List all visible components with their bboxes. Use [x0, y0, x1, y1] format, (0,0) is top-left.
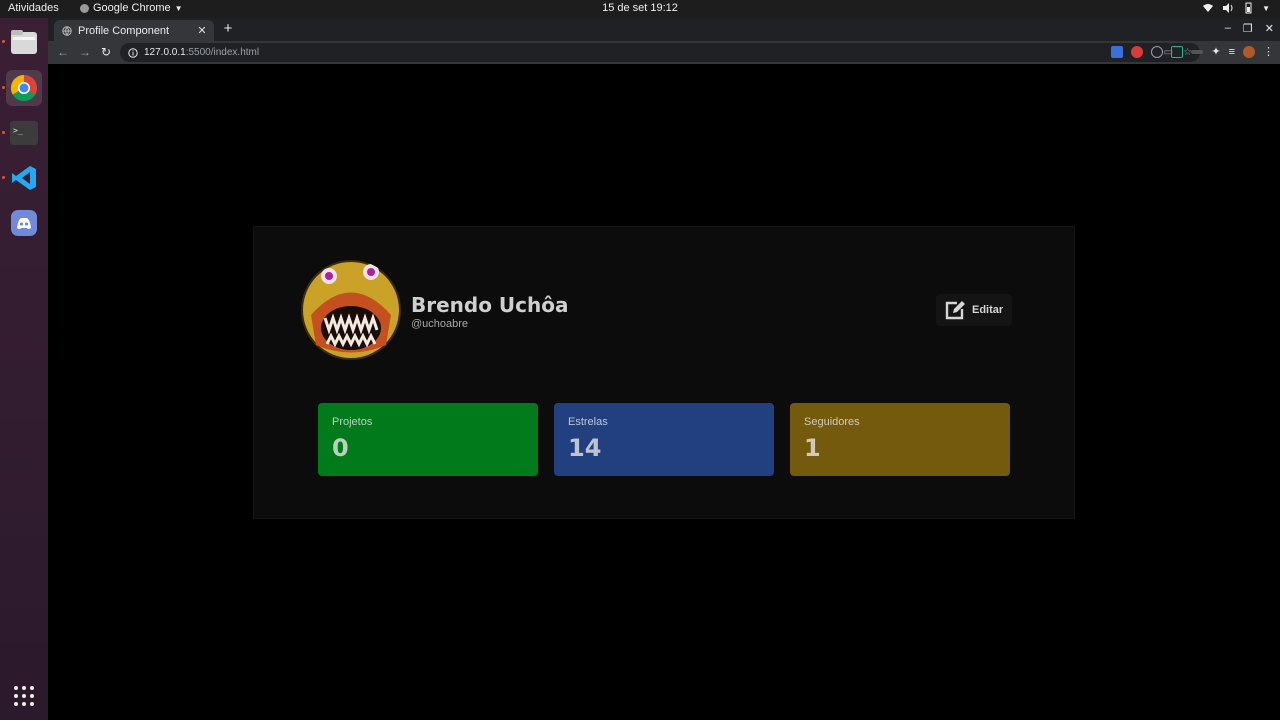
close-tab-icon[interactable]: ✕	[194, 24, 210, 37]
stat-card-projetos: Projetos 0	[318, 403, 538, 476]
system-tray[interactable]: ▼	[1202, 2, 1270, 14]
running-indicator	[2, 131, 5, 134]
info-icon[interactable]	[128, 47, 138, 58]
reload-icon[interactable]: ↻	[99, 45, 113, 59]
activities-button[interactable]: Atividades	[8, 2, 59, 14]
stat-label: Seguidores	[804, 416, 860, 428]
stat-value: 14	[568, 434, 602, 462]
running-indicator	[2, 176, 5, 179]
forward-icon[interactable]: →	[78, 45, 92, 59]
app-grid-icon[interactable]	[6, 678, 42, 714]
profile-avatar-icon[interactable]	[1243, 45, 1255, 58]
more-menu-icon[interactable]: ⋮	[1263, 45, 1274, 58]
discord-icon[interactable]	[6, 205, 42, 241]
running-indicator	[2, 86, 5, 89]
stat-label: Estrelas	[568, 416, 608, 428]
dock: >_	[0, 18, 48, 720]
restore-icon[interactable]: ❐	[1243, 22, 1253, 35]
caret-down-icon: ▼	[1262, 3, 1270, 13]
translate-extension-icon[interactable]	[1111, 45, 1124, 58]
edit-button[interactable]: Editar	[936, 294, 1012, 326]
puzzle-extensions-icon[interactable]: ✦	[1211, 45, 1220, 58]
red-extension-icon[interactable]	[1131, 45, 1144, 58]
minimize-icon[interactable]: –	[1225, 22, 1231, 35]
terminal-icon[interactable]: >_	[6, 115, 42, 151]
profile-name: Brendo Uchôa	[411, 293, 569, 317]
volume-icon	[1223, 3, 1233, 13]
clock[interactable]: 15 de set 19:12	[602, 2, 678, 14]
edit-button-label: Editar	[972, 304, 1004, 316]
address-bar[interactable]: 127.0.0.1 :5500/index.html ▭ ☆	[120, 43, 1200, 62]
edit-icon	[945, 301, 965, 320]
tab-profile-component[interactable]: Profile Component ✕	[54, 20, 214, 41]
tab-strip: Profile Component ✕ + – ❐ ✕	[48, 18, 1280, 41]
globe-icon	[62, 25, 72, 36]
url-host: 127.0.0.1	[144, 47, 186, 58]
browser-toolbar: ← → ↻ 127.0.0.1 :5500/index.html ▭ ☆ ✦ ≡…	[48, 41, 1280, 64]
stat-label: Projetos	[332, 416, 373, 428]
app-menu[interactable]: Google Chrome ▼	[80, 2, 183, 14]
link-extension-icon[interactable]	[1191, 49, 1204, 54]
c-extension-icon[interactable]	[1151, 45, 1164, 58]
vscode-icon[interactable]	[6, 160, 42, 196]
profile-card: Brendo Uchôa @uchoabre Editar Projetos 0…	[253, 226, 1075, 519]
wifi-icon	[1203, 4, 1214, 12]
new-tab-button[interactable]: +	[220, 21, 236, 37]
url-path: :5500/index.html	[185, 47, 260, 58]
stat-value: 0	[332, 434, 349, 462]
stat-value: 1	[804, 434, 821, 462]
system-top-bar: Atividades Google Chrome ▼ 15 de set 19:…	[0, 0, 1280, 18]
stat-card-estrelas: Estrelas 14	[554, 403, 774, 476]
chrome-icon[interactable]	[6, 70, 42, 106]
files-icon[interactable]	[6, 24, 42, 60]
stat-card-seguidores: Seguidores 1	[790, 403, 1010, 476]
tab-title: Profile Component	[78, 24, 170, 37]
caret-down-icon: ▼	[174, 3, 183, 13]
s-extension-icon[interactable]	[1171, 45, 1184, 58]
avatar	[301, 260, 401, 360]
browser-window: Profile Component ✕ + – ❐ ✕ ← → ↻ 127.0.…	[48, 18, 1280, 720]
chrome-small-icon	[80, 3, 89, 13]
running-indicator	[2, 40, 5, 43]
reading-list-icon[interactable]: ≡	[1229, 46, 1235, 58]
app-menu-label: Google Chrome	[93, 2, 171, 14]
back-icon[interactable]: ←	[56, 45, 70, 59]
page-viewport: Brendo Uchôa @uchoabre Editar Projetos 0…	[48, 64, 1280, 720]
svg-text:>_: >_	[13, 126, 23, 135]
battery-icon	[1245, 2, 1252, 14]
close-window-icon[interactable]: ✕	[1265, 22, 1274, 35]
profile-handle: @uchoabre	[411, 318, 469, 330]
